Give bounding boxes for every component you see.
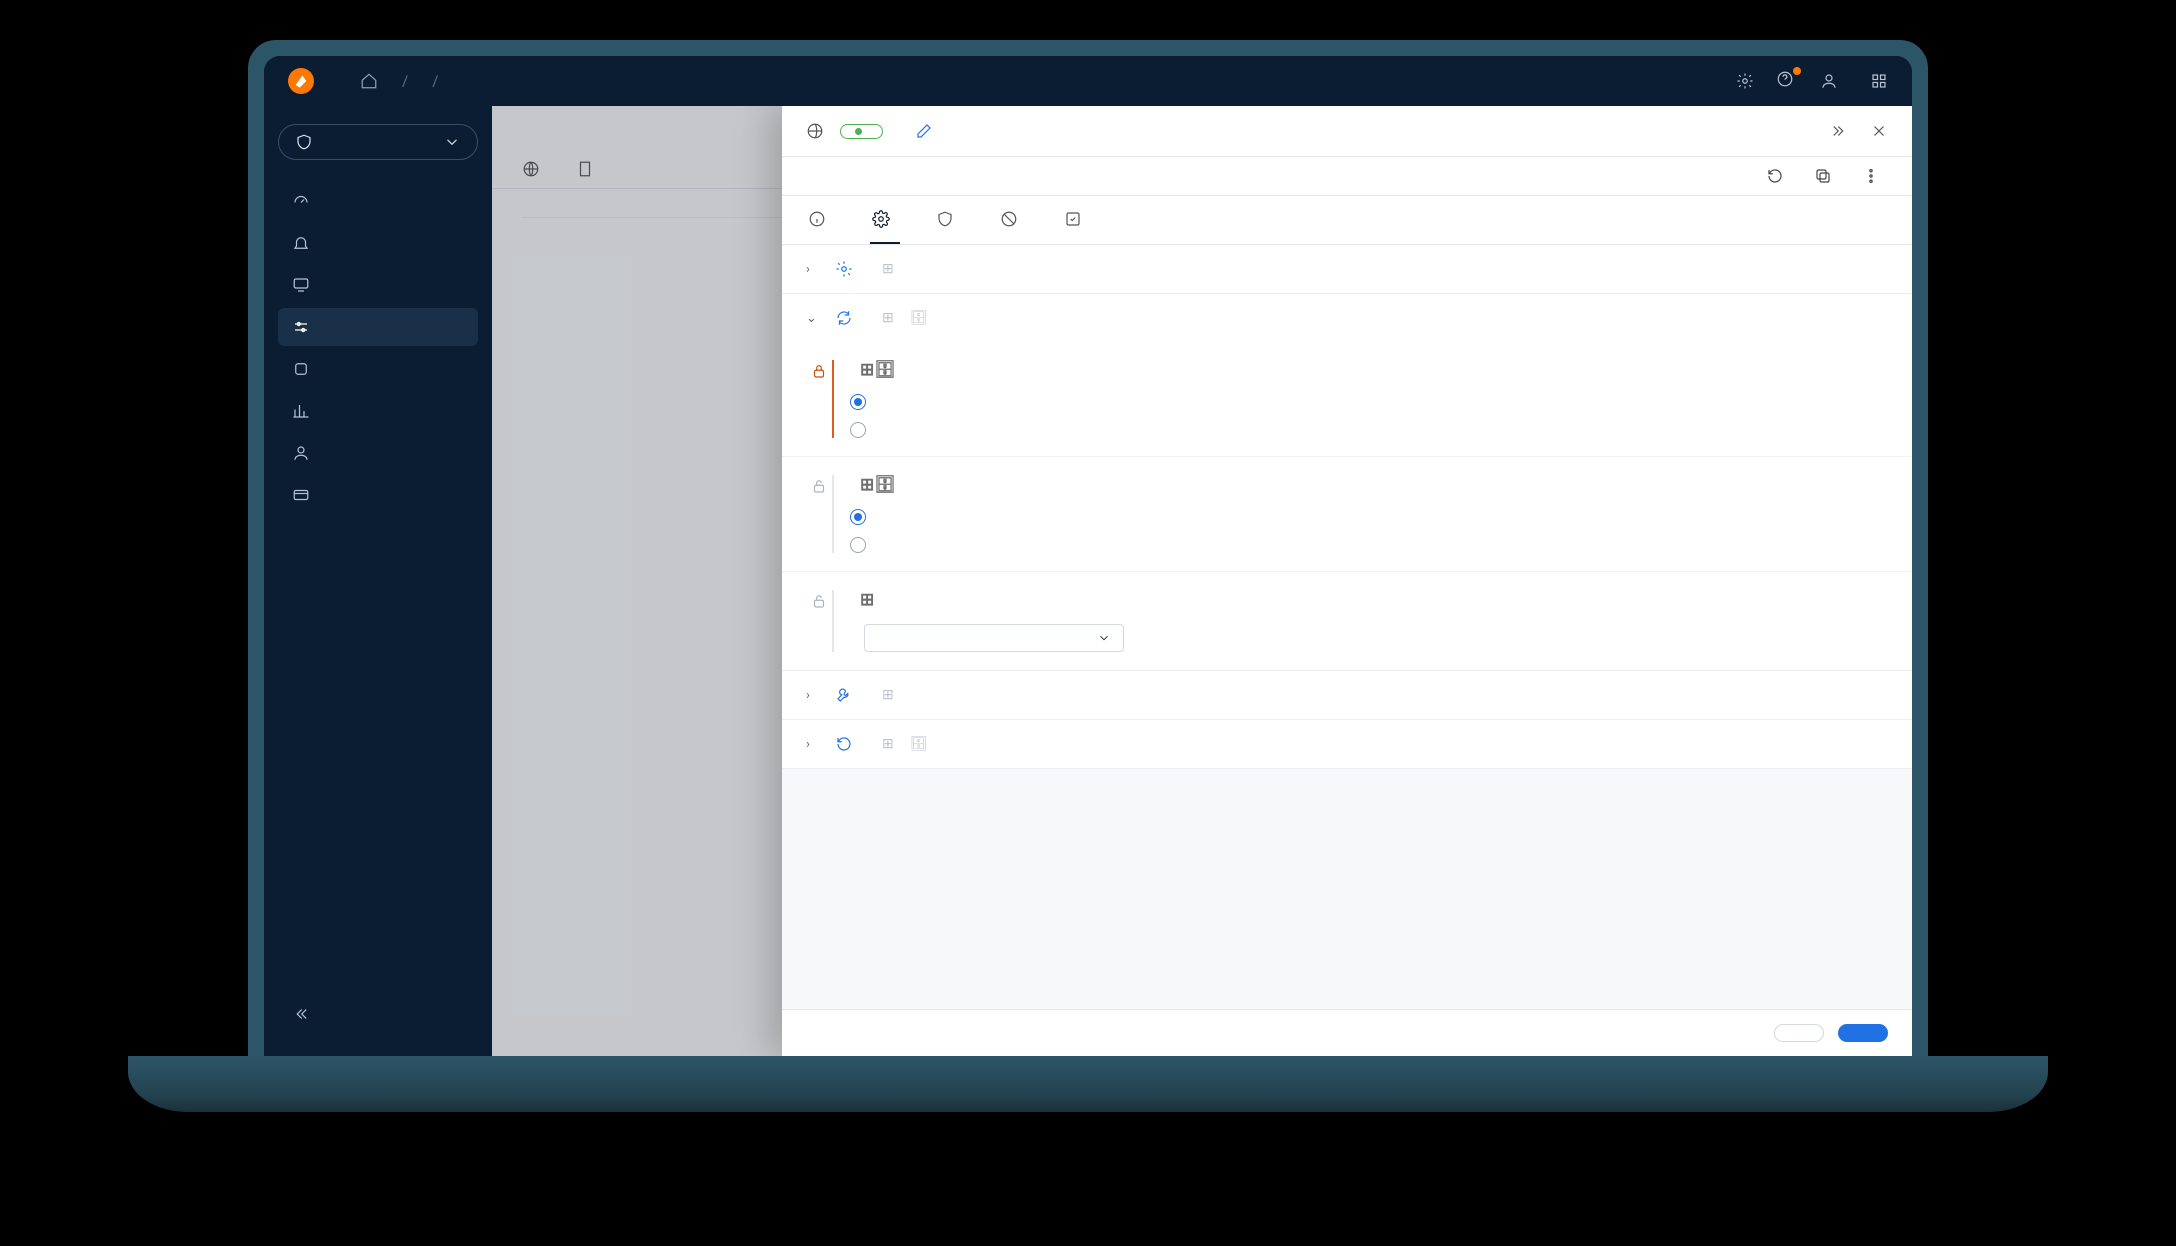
section-restart[interactable]: › ⊞ 🗄: [782, 720, 1912, 769]
virus-manual-radio[interactable]: [850, 420, 1888, 438]
more-icon: [1862, 167, 1880, 185]
refresh-icon: [835, 309, 853, 327]
topbar: / /: [264, 56, 1912, 106]
windows-icon: ⊞: [860, 590, 874, 610]
home-icon: [360, 72, 378, 90]
tab-service-settings[interactable]: [934, 196, 964, 244]
section-updates[interactable]: ⌄ ⊞ 🗄: [782, 294, 1912, 342]
restart-icon: [835, 735, 853, 753]
brand-icon: [288, 68, 314, 94]
chevron-down-icon: ⌄: [806, 311, 820, 326]
info-icon: [808, 210, 826, 228]
windows-icon: ⊞: [882, 687, 894, 703]
edit-icon[interactable]: [915, 122, 933, 140]
duplicate-button[interactable]: [1814, 167, 1840, 185]
sidebar-item-dashboard[interactable]: [278, 182, 478, 220]
program-updates: ⊞🗄: [782, 457, 1912, 572]
account-selector[interactable]: [278, 124, 478, 160]
unlock-icon[interactable]: [810, 592, 828, 610]
wrench-icon: [835, 686, 853, 704]
brand: [288, 68, 324, 94]
breadcrumb: / /: [360, 72, 450, 90]
sidebar-item-patches[interactable]: [278, 350, 478, 388]
sidebar-item-policies[interactable]: [278, 308, 478, 346]
bell-icon: [292, 234, 310, 252]
app-switcher-icon[interactable]: [1870, 72, 1888, 90]
chevron-right-icon: ›: [806, 262, 820, 277]
close-icon[interactable]: [1870, 122, 1888, 140]
sidebar-item-reports[interactable]: [278, 392, 478, 430]
duplicate-icon: [1814, 167, 1832, 185]
user-icon: [292, 444, 310, 462]
revert-button[interactable]: [1766, 167, 1792, 185]
policy-drawer: › ⊞ ⌄ ⊞🗄: [782, 106, 1912, 1056]
server-icon: 🗄: [910, 736, 928, 752]
virus-definitions-updates: ⊞🗄: [782, 342, 1912, 457]
chart-icon: [292, 402, 310, 420]
windows-icon: ⊞: [860, 360, 874, 380]
card-icon: [292, 486, 310, 504]
server-icon: 🗄: [874, 360, 896, 380]
sidebar-item-alerts[interactable]: [278, 224, 478, 262]
sidebar: [264, 106, 492, 1056]
chevron-right-icon: ›: [806, 688, 820, 703]
gear-icon: [872, 210, 890, 228]
collapse-icon[interactable]: [292, 1005, 310, 1023]
help-icon[interactable]: [1776, 70, 1798, 92]
windows-icon: ⊞: [882, 310, 894, 326]
windows-icon: ⊞: [860, 475, 874, 495]
expand-icon[interactable]: [1830, 122, 1848, 140]
server-icon: 🗄: [874, 475, 896, 495]
tab-general-settings[interactable]: [870, 196, 900, 244]
program-auto-radio[interactable]: [850, 507, 1888, 525]
chevron-down-icon: [1097, 631, 1111, 645]
monitor-icon: [292, 276, 310, 294]
globe-icon: [806, 122, 824, 140]
gauge-icon: [292, 192, 310, 210]
server-icon: 🗄: [910, 310, 928, 326]
chevron-right-icon: ›: [806, 737, 820, 752]
main: › ⊞ ⌄ ⊞🗄: [492, 106, 1912, 1056]
section-troubleshooting[interactable]: › ⊞: [782, 671, 1912, 720]
virus-auto-radio[interactable]: [850, 392, 1888, 410]
lock-icon[interactable]: [810, 362, 828, 380]
sidebar-item-users[interactable]: [278, 434, 478, 472]
program-manual-radio[interactable]: [850, 535, 1888, 553]
windows-icon: ⊞: [882, 261, 894, 277]
avatar-icon: [1820, 72, 1838, 90]
revert-icon: [1766, 167, 1784, 185]
chevron-down-icon: [443, 133, 461, 151]
settings-icon[interactable]: [1736, 72, 1754, 90]
status-pill: [840, 124, 883, 139]
tab-assignments[interactable]: [1062, 196, 1092, 244]
windows-icon: ⊞: [882, 736, 894, 752]
shield-icon: [936, 210, 954, 228]
proxy-select[interactable]: [864, 624, 1124, 652]
sliders-icon: [292, 318, 310, 336]
proxy-settings: ⊞: [782, 572, 1912, 670]
assign-icon: [1064, 210, 1082, 228]
tab-exclusions[interactable]: [998, 196, 1028, 244]
sidebar-item-account[interactable]: [278, 476, 478, 514]
cancel-button[interactable]: [1774, 1024, 1824, 1042]
more-button[interactable]: [1862, 167, 1888, 185]
tab-overview[interactable]: [806, 196, 836, 244]
section-general-settings[interactable]: › ⊞: [782, 245, 1912, 294]
user-block[interactable]: [1820, 72, 1848, 90]
sidebar-item-devices[interactable]: [278, 266, 478, 304]
unlock-icon[interactable]: [810, 477, 828, 495]
ban-icon: [1000, 210, 1018, 228]
save-button[interactable]: [1838, 1024, 1888, 1042]
shield-icon: [295, 133, 313, 151]
gear-icon: [835, 260, 853, 278]
patch-icon: [292, 360, 310, 378]
